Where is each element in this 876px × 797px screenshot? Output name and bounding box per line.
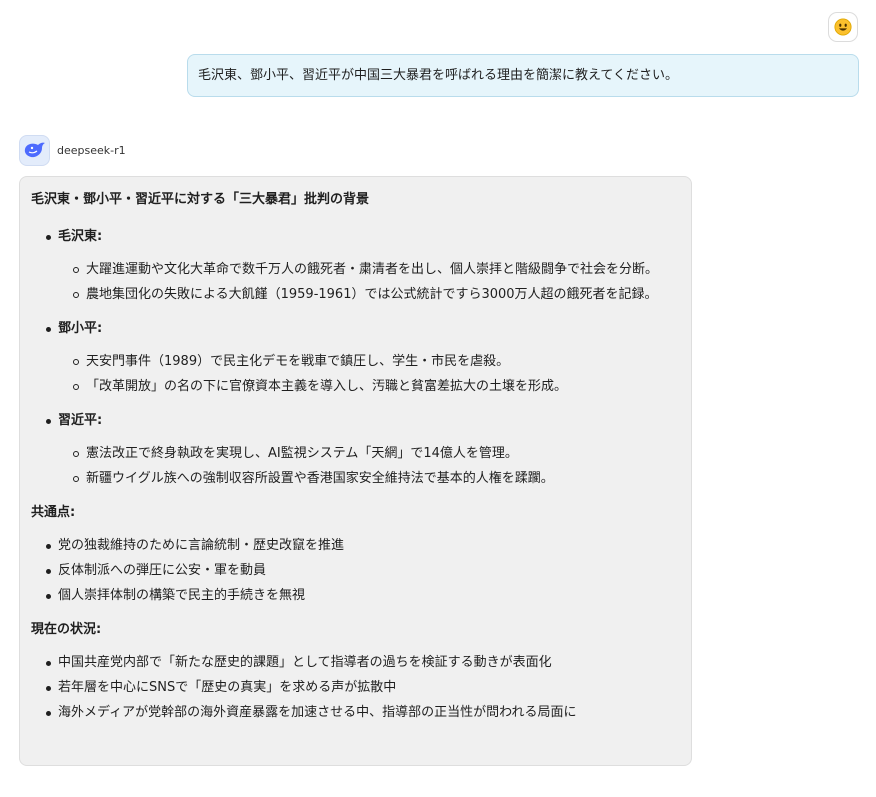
- leader-label: 毛沢東:: [58, 229, 103, 244]
- list-item: 天安門事件（1989）で民主化デモを戦車で鎮圧し、学生・市民を虐殺。: [58, 349, 680, 374]
- list-item: 中国共産党内部で「新たな歴史的課題」として指導者の過ちを検証する動きが表面化: [31, 650, 680, 675]
- bot-message-bubble: 毛沢東・鄧小平・習近平に対する「三大暴君」批判の背景 毛沢東: 大躍進運動や文化…: [19, 176, 692, 766]
- leaders-list: 毛沢東: 大躍進運動や文化大革命で数千万人の餓死者・粛清者を出し、個人崇拝と階級…: [31, 224, 680, 491]
- list-item: 習近平: 憲法改正で終身執政を実現し、AI監視システム「天網」で14億人を管理。…: [31, 408, 680, 491]
- response-title: 毛沢東・鄧小平・習近平に対する「三大暴君」批判の背景: [31, 192, 370, 207]
- common-list: 党の独裁維持のために言論統制・歴史改竄を推進 反体制派への弾圧に公安・軍を動員 …: [31, 533, 680, 608]
- deepseek-whale-icon: [24, 142, 45, 158]
- sub-list: 天安門事件（1989）で民主化デモを戦車で鎮圧し、学生・市民を虐殺。 「改革開放…: [58, 349, 680, 399]
- list-item: 鄧小平: 天安門事件（1989）で民主化デモを戦車で鎮圧し、学生・市民を虐殺。 …: [31, 316, 680, 399]
- list-item: 農地集団化の失敗による大飢饉（1959-1961）では公式統計ですら3000万人…: [58, 282, 680, 307]
- current-heading: 現在の状況:: [31, 622, 102, 637]
- user-avatar: [828, 12, 858, 42]
- leader-label: 習近平:: [58, 413, 103, 428]
- bot-avatar: [19, 134, 50, 166]
- list-item: 「改革開放」の名の下に官僚資本主義を導入し、汚職と貧富差拡大の土壌を形成。: [58, 374, 680, 399]
- list-item: 憲法改正で終身執政を実現し、AI監視システム「天網」で14億人を管理。: [58, 441, 680, 466]
- list-item: 個人崇拝体制の構築で民主的手続きを無視: [31, 583, 680, 608]
- list-item: 若年層を中心にSNSで「歴史の真実」を求める声が拡散中: [31, 675, 680, 700]
- sub-list: 憲法改正で終身執政を実現し、AI監視システム「天網」で14億人を管理。 新疆ウイ…: [58, 441, 680, 491]
- common-heading: 共通点:: [31, 505, 76, 520]
- list-item: 新疆ウイグル族への強制収容所設置や香港国家安全維持法で基本的人権を蹂躙。: [58, 466, 680, 491]
- current-list: 中国共産党内部で「新たな歴史的課題」として指導者の過ちを検証する動きが表面化 若…: [31, 650, 680, 725]
- user-message-bubble: 毛沢東、鄧小平、習近平が中国三大暴君を呼ばれる理由を簡潔に教えてください。: [187, 54, 859, 97]
- sub-list: 大躍進運動や文化大革命で数千万人の餓死者・粛清者を出し、個人崇拝と階級闘争で社会…: [58, 257, 680, 307]
- leader-label: 鄧小平:: [58, 321, 103, 336]
- list-item: 党の独裁維持のために言論統制・歴史改竄を推進: [31, 533, 680, 558]
- list-item: 大躍進運動や文化大革命で数千万人の餓死者・粛清者を出し、個人崇拝と階級闘争で社会…: [58, 257, 680, 282]
- bot-header: deepseek-r1: [19, 134, 126, 166]
- smiley-face-icon: [834, 18, 852, 36]
- list-item: 海外メディアが党幹部の海外資産暴露を加速させる中、指導部の正当性が問われる局面に: [31, 700, 680, 725]
- user-message-text: 毛沢東、鄧小平、習近平が中国三大暴君を呼ばれる理由を簡潔に教えてください。: [198, 68, 678, 83]
- bot-name: deepseek-r1: [57, 143, 126, 157]
- list-item: 反体制派への弾圧に公安・軍を動員: [31, 558, 680, 583]
- list-item: 毛沢東: 大躍進運動や文化大革命で数千万人の餓死者・粛清者を出し、個人崇拝と階級…: [31, 224, 680, 307]
